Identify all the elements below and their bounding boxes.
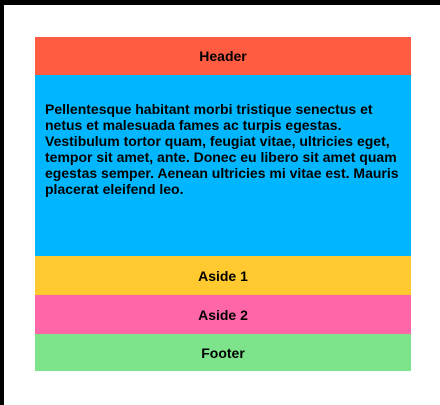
main-text: Pellentesque habitant morbi tristique se… — [45, 101, 399, 197]
aside-1: Aside 1 — [35, 256, 411, 295]
header: Header — [35, 37, 411, 75]
main-content: Pellentesque habitant morbi tristique se… — [35, 75, 411, 256]
layout-container: Header Pellentesque habitant morbi trist… — [35, 37, 411, 371]
page-canvas: Header Pellentesque habitant morbi trist… — [4, 5, 440, 405]
footer: Footer — [35, 334, 411, 371]
aside-2: Aside 2 — [35, 295, 411, 334]
